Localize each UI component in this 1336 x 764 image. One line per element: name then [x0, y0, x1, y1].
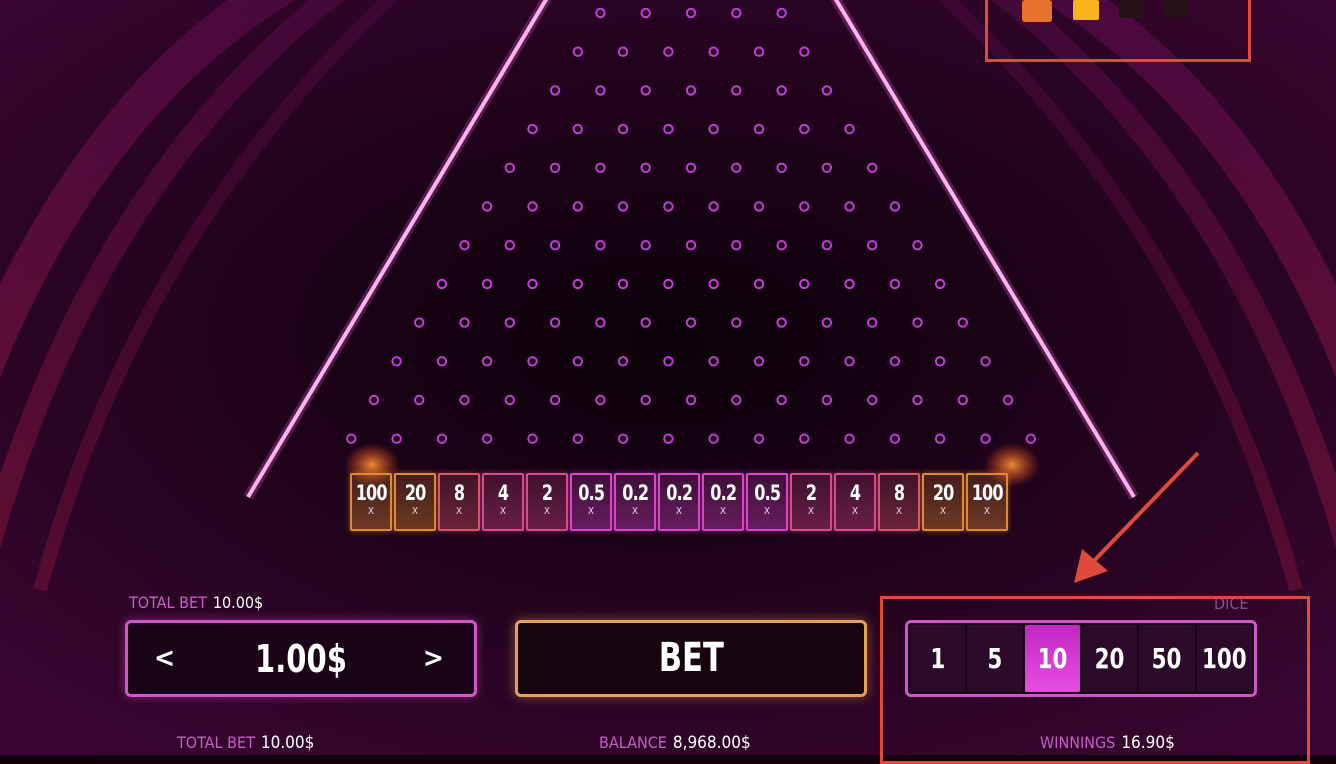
bet-amount-value: 1.00$ [255, 637, 347, 681]
multiplier-suffix: X [587, 506, 595, 517]
bet-button[interactable]: BET [515, 620, 867, 697]
multiplier-slot: 4X [482, 473, 524, 531]
history-slot-icon [1119, 0, 1143, 18]
annotation-arrow-icon [1074, 451, 1200, 583]
total-bet-label: TOTAL BET [129, 593, 207, 612]
multiplier-slot: 0.2 X [702, 473, 744, 531]
multiplier-value: 4 [497, 481, 509, 505]
multiplier-slot: 20 X [922, 473, 964, 531]
dice-history-icon [1022, 0, 1052, 22]
balance-value: 8,968.00$ [672, 733, 751, 753]
multiplier-value: 0.5 [578, 481, 605, 505]
multiplier-suffix: X [719, 506, 727, 517]
footer-winnings: WINNINGS 16.90$ [1040, 733, 1175, 753]
multiplier-suffix: X [543, 506, 551, 517]
multiplier-slot: 100 X [350, 473, 392, 531]
multiplier-suffix: X [851, 506, 859, 517]
bet-amount-selector: < 1.00$ > [125, 620, 477, 697]
footer-balance: BALANCE 8,968.00$ [599, 733, 751, 753]
multiplier-value: 2 [541, 481, 553, 505]
multiplier-slot: 2X [526, 473, 568, 531]
multiplier-slot: 0.2 X [614, 473, 656, 531]
multiplier-value: 0.5 [754, 481, 781, 505]
multiplier-slot: 20 X [394, 473, 436, 531]
multiplier-slot: 0.5 X [570, 473, 612, 531]
multiplier-suffix: X [411, 506, 419, 517]
multiplier-value: 100 [971, 481, 1004, 505]
multiplier-value: 0.2 [710, 481, 737, 505]
multiplier-suffix: X [939, 506, 947, 517]
multiplier-slot: 8X [878, 473, 920, 531]
balance-label: BALANCE [599, 733, 667, 752]
multiplier-value: 8 [453, 481, 465, 505]
multiplier-value: 20 [932, 481, 955, 505]
bet-button-label: BET [658, 635, 724, 681]
multiplier-slots: 100 X 20 X 8 X 4 X 2 X 0.5 X 0.2 X 0.2 X 0.2 X 0.5 X 2 X 4 X 8 X 2… [350, 473, 1008, 531]
multiplier-suffix: X [367, 506, 375, 517]
multiplier-value: 0.2 [666, 481, 693, 505]
multiplier-value: 100 [355, 481, 388, 505]
multiplier-slot: 4X [834, 473, 876, 531]
multiplier-suffix: X [675, 506, 683, 517]
multiplier-suffix: X [763, 506, 771, 517]
multiplier-slot: 0.2 X [658, 473, 700, 531]
footer-total-bet-value: 10.00$ [260, 733, 315, 753]
multiplier-value: 0.2 [622, 481, 649, 505]
multiplier-slot: 2X [790, 473, 832, 531]
total-bet-value: 10.00$ [212, 593, 264, 612]
history-slot-icon [1163, 0, 1187, 18]
multiplier-slot: 0.5 X [746, 473, 788, 531]
multiplier-slot: 100 X [966, 473, 1008, 531]
total-bet-header: TOTAL BET 10.00$ [129, 593, 263, 612]
winnings-value: 16.90$ [1121, 733, 1175, 753]
multiplier-suffix: X [499, 506, 507, 517]
multiplier-suffix: X [455, 506, 463, 517]
footer-total-bet-label: TOTAL BET [177, 733, 255, 752]
multiplier-suffix: X [895, 506, 903, 517]
history-slot-icon [1073, 0, 1099, 20]
multiplier-suffix: X [631, 506, 639, 517]
multiplier-value: 4 [849, 481, 861, 505]
multiplier-suffix: X [807, 506, 815, 517]
footer-total-bet: TOTAL BET 10.00$ [177, 733, 314, 753]
multiplier-slot: 8X [438, 473, 480, 531]
multiplier-value: 8 [893, 481, 905, 505]
winnings-label: WINNINGS [1040, 733, 1116, 752]
multiplier-value: 20 [404, 481, 427, 505]
increase-bet-button[interactable]: > [423, 641, 444, 674]
multiplier-value: 2 [805, 481, 817, 505]
multiplier-suffix: X [983, 506, 991, 517]
